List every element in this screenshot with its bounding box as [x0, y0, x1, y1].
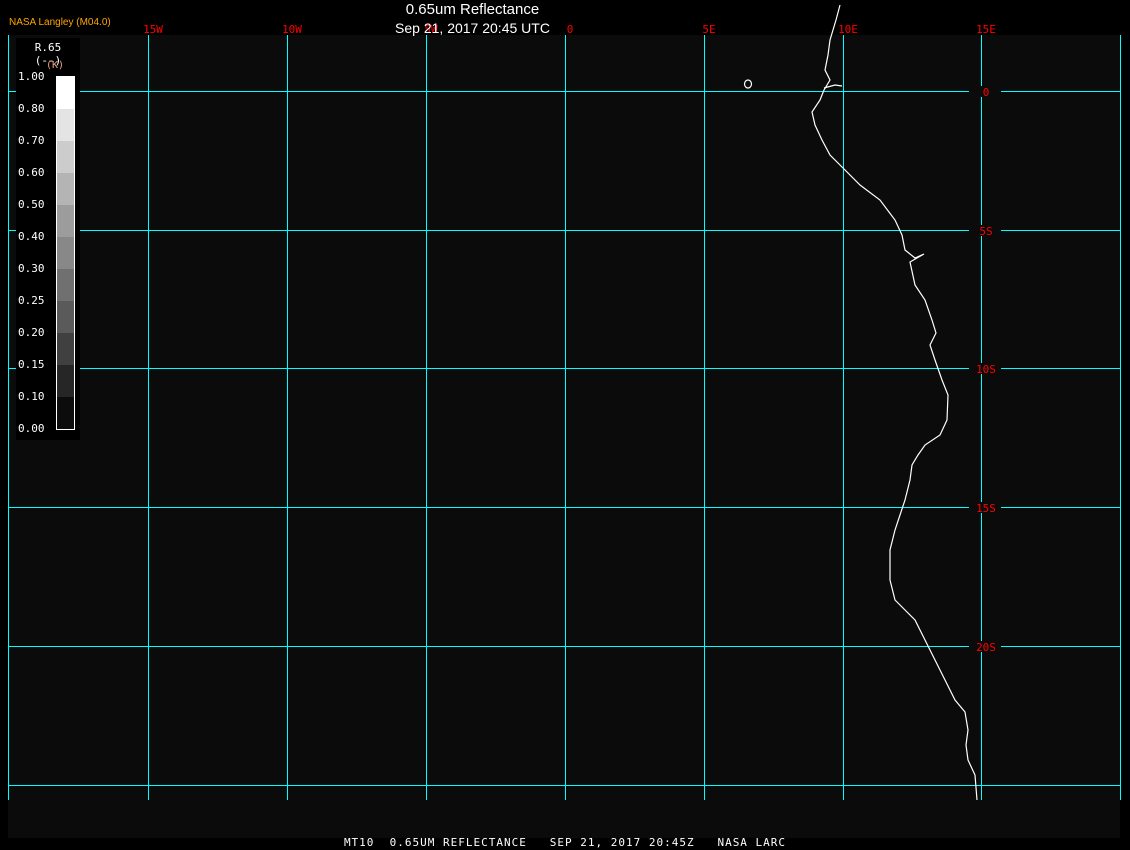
legend-swatch: [57, 141, 74, 173]
latitude-label: 5S: [979, 225, 992, 238]
latitude-label: 20S: [976, 641, 996, 654]
legend-tick: 0.70: [18, 134, 45, 147]
legend-swatch: [57, 333, 74, 365]
legend-tick: 0.15: [18, 358, 45, 371]
legend-tick: 0.50: [18, 198, 45, 211]
legend-swatch: [57, 269, 74, 301]
legend-tick: 0.80: [18, 102, 45, 115]
legend-tick: 0.60: [18, 166, 45, 179]
image-title: 0.65um Reflectance: [405, 1, 540, 18]
legend-swatch: [57, 365, 74, 397]
legend-colorbar: [56, 76, 75, 430]
legend-tick: 0.25: [18, 294, 45, 307]
latitude-label: 0: [983, 86, 990, 99]
image-datetime: Sep 21, 2017 20:45 UTC: [395, 20, 550, 36]
legend-tick: 0.20: [18, 326, 45, 339]
legend-swatch: [57, 301, 74, 333]
legend-tick: 0.40: [18, 230, 45, 243]
map-canvas: 15W 10W 5W 0 5E 10E 15E05S10S15S20S: [8, 4, 1121, 838]
legend-swatch: [57, 109, 74, 141]
legend-swatch: [57, 205, 74, 237]
legend-variable: R.65: [34, 41, 62, 54]
map-background: [8, 35, 1120, 838]
legend-swatch: [57, 237, 74, 269]
satellite-image-viewer: 15W 10W 5W 0 5E 10E 15E 0 5S 10S 15S 20S NASA Langl…: [0, 0, 1130, 850]
legend-swatch: [57, 76, 74, 109]
legend-units-alt: (K): [46, 60, 65, 71]
color-legend: R.65 (--) (K) 1.00 0.80 0.70 0.60 0.50 0.40 0.…: [16, 38, 80, 440]
legend-swatch: [57, 397, 74, 429]
legend-swatch: [57, 173, 74, 205]
legend-tick: 0.10: [18, 390, 45, 403]
latitude-label: 10S: [976, 363, 996, 376]
legend-tick: 0.00: [18, 422, 45, 435]
legend-tick: 1.00: [18, 70, 45, 83]
latitude-label: 15S: [976, 502, 996, 515]
footer-caption: MT10 0.65UM REFLECTANCE SEP 21, 2017 20:…: [343, 836, 787, 849]
longitude-label: 15E: [976, 23, 996, 36]
legend-tick: 0.30: [18, 262, 45, 275]
